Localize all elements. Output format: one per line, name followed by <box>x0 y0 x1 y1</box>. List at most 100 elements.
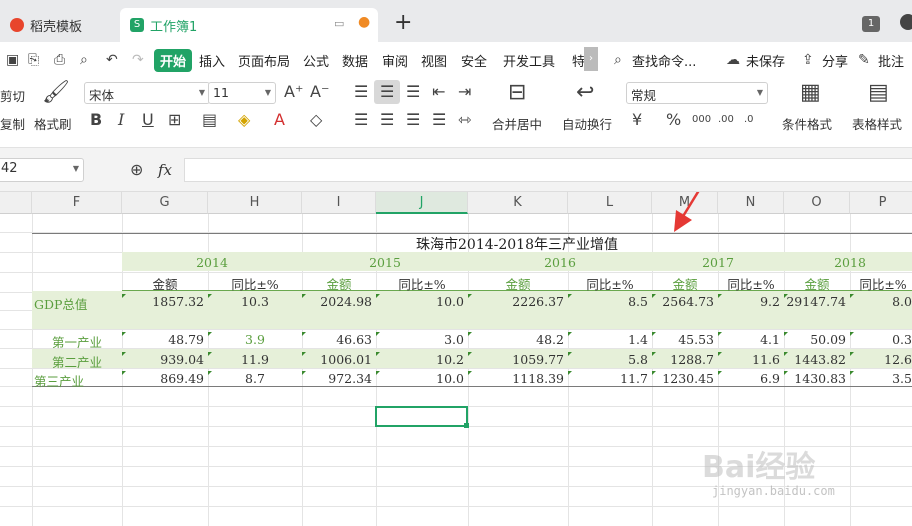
cell-tertiary-2017-yoy[interactable]: 6.9 <box>718 371 780 386</box>
menu-developer[interactable]: 开发工具 <box>503 51 555 70</box>
increase-font-icon[interactable]: A⁺ <box>284 84 303 100</box>
distribute-icon[interactable]: ⇿ <box>458 112 471 128</box>
fx-icon[interactable]: fx <box>158 161 172 179</box>
font-size-select[interactable]: 11 ▼ <box>208 82 276 104</box>
new-tab-button[interactable]: + <box>394 10 412 35</box>
name-box[interactable]: 42 ▼ <box>0 158 84 182</box>
cell-secondary-2014-yoy[interactable]: 11.9 <box>208 352 302 367</box>
window-count-badge[interactable]: 1 <box>862 16 880 32</box>
year-2015[interactable]: 2015 <box>302 255 468 270</box>
header-yoy[interactable]: 同比±% <box>850 274 912 293</box>
cell-style-icon[interactable]: ▤ <box>202 112 217 128</box>
cell-primary-2014-yoy[interactable]: 3.9 <box>208 332 302 347</box>
fill-handle[interactable] <box>464 423 469 428</box>
cell-gdp-2017-amount[interactable]: 2564.73 <box>652 294 714 309</box>
font-name-select[interactable]: 宋体 ▼ <box>84 82 210 104</box>
align-right-icon[interactable]: ☰ <box>406 112 420 128</box>
year-2016[interactable]: 2016 <box>468 255 652 270</box>
menu-view[interactable]: 视图 <box>421 51 447 70</box>
menu-security[interactable]: 安全 <box>461 51 487 70</box>
cell-tertiary-2015-amount[interactable]: 972.34 <box>302 371 372 386</box>
cell-primary-2015-yoy[interactable]: 3.0 <box>376 332 464 347</box>
conditional-format-button[interactable]: 条件格式 <box>782 114 832 133</box>
menu-home[interactable]: 开始 <box>154 49 193 72</box>
cell-tertiary-2014-yoy[interactable]: 8.7 <box>208 371 302 386</box>
cell-secondary-2017-amount[interactable]: 1288.7 <box>652 352 714 367</box>
comment-button[interactable]: 批注 <box>878 51 904 70</box>
cell-secondary-2017-yoy[interactable]: 11.6 <box>718 352 780 367</box>
number-format-select[interactable]: 常规 ▼ <box>626 82 768 104</box>
column-header-g[interactable]: G <box>122 192 208 214</box>
menu-data[interactable]: 数据 <box>342 51 368 70</box>
cell-tertiary-2015-yoy[interactable]: 10.0 <box>376 371 464 386</box>
unsaved-status[interactable]: 未保存 <box>746 51 785 70</box>
header-yoy[interactable]: 同比±% <box>718 274 784 293</box>
decrease-decimal-icon[interactable]: .0 <box>744 112 754 128</box>
cell-secondary-2016-yoy[interactable]: 5.8 <box>568 352 648 367</box>
row-label-secondary[interactable]: 第二产业 <box>32 352 122 371</box>
share-button[interactable]: 分享 <box>822 51 848 70</box>
wrap-text-button[interactable]: 自动换行 <box>562 114 612 133</box>
cell-secondary-2015-amount[interactable]: 1006.01 <box>302 352 372 367</box>
cell-primary-2016-yoy[interactable]: 1.4 <box>568 332 648 347</box>
cell-primary-2018-amount[interactable]: 50.09 <box>784 332 846 347</box>
print-preview-icon[interactable]: ⌕ <box>80 52 88 68</box>
cell-gdp-2016-amount[interactable]: 2226.37 <box>468 294 564 309</box>
menu-insert[interactable]: 插入 <box>199 51 225 70</box>
row-label-primary[interactable]: 第一产业 <box>32 332 122 351</box>
align-center-icon[interactable]: ☰ <box>380 112 394 128</box>
header-amount[interactable]: 金额 <box>652 274 718 293</box>
cell-gdp-2015-yoy[interactable]: 10.0 <box>376 294 464 309</box>
year-2017[interactable]: 2017 <box>652 255 784 270</box>
column-header-l[interactable]: L <box>568 192 652 214</box>
fill-color-icon[interactable]: ◈ <box>238 112 250 128</box>
cell-tertiary-2018-amount[interactable]: 1430.83 <box>784 371 846 386</box>
header-amount[interactable]: 金额 <box>302 274 376 293</box>
merge-center-icon[interactable]: ⊟ <box>508 82 526 104</box>
format-painter-button[interactable]: 格式刷 <box>34 114 72 133</box>
column-header-k[interactable]: K <box>468 192 568 214</box>
thousands-icon[interactable]: 000 <box>692 112 711 128</box>
redo-icon[interactable]: ↷ <box>132 52 144 68</box>
menu-formula[interactable]: 公式 <box>303 51 329 70</box>
cell-primary-2017-yoy[interactable]: 4.1 <box>718 332 780 347</box>
underline-icon[interactable]: U <box>142 112 154 128</box>
spreadsheet-grid[interactable]: F G H I J K L M N O P 珠海市2014-2018年三产业增值… <box>0 192 912 526</box>
undo-icon[interactable]: ↶ <box>106 52 118 68</box>
indent-decrease-icon[interactable]: ⇤ <box>432 84 445 100</box>
table-style-icon[interactable]: ▤ <box>868 82 889 104</box>
cell-secondary-2018-yoy[interactable]: 12.6 <box>850 352 912 367</box>
column-header-i[interactable]: I <box>302 192 376 214</box>
menu-scroll-right-icon[interactable]: › <box>584 47 598 71</box>
align-top-icon[interactable]: ☰ <box>354 84 368 100</box>
column-header-p[interactable]: P <box>850 192 912 214</box>
cell-secondary-2015-yoy[interactable]: 10.2 <box>376 352 464 367</box>
cell-primary-2016-amount[interactable]: 48.2 <box>468 332 564 347</box>
decrease-font-icon[interactable]: A⁻ <box>310 84 329 100</box>
column-header-j[interactable]: J <box>376 192 468 214</box>
header-yoy[interactable]: 同比±% <box>376 274 468 293</box>
column-header-h[interactable]: H <box>208 192 302 214</box>
bold-icon[interactable]: B <box>90 112 102 128</box>
cell-tertiary-2014-amount[interactable]: 869.49 <box>122 371 204 386</box>
export-icon[interactable]: ⎘ <box>28 52 39 68</box>
tab-template[interactable]: 稻壳模板 <box>0 8 116 42</box>
cell-secondary-2016-amount[interactable]: 1059.77 <box>468 352 564 367</box>
selected-cell[interactable] <box>375 406 468 427</box>
cut-button[interactable]: 剪切 <box>0 86 25 105</box>
italic-icon[interactable]: I <box>118 112 124 128</box>
sheet-title[interactable]: 珠海市2014-2018年三产业增值 <box>122 234 912 254</box>
indent-increase-icon[interactable]: ⇥ <box>458 84 471 100</box>
cell-gdp-2014-yoy[interactable]: 10.3 <box>208 294 302 309</box>
tab-workbook[interactable]: S 工作簿1 ▭ ● <box>120 8 378 42</box>
cell-primary-2014-amount[interactable]: 48.79 <box>122 332 204 347</box>
cell-primary-2017-amount[interactable]: 45.53 <box>652 332 714 347</box>
row-label-tertiary[interactable]: 第三产业 <box>34 371 122 390</box>
cell-secondary-2014-amount[interactable]: 939.04 <box>122 352 204 367</box>
eraser-icon[interactable]: ◇ <box>310 112 322 128</box>
font-color-icon[interactable]: A <box>274 112 285 128</box>
row-label-gdp[interactable]: GDP总值 <box>34 294 122 313</box>
command-search[interactable]: 查找命令... <box>632 51 696 70</box>
cell-gdp-2018-amount[interactable]: 29147.74 <box>784 294 846 309</box>
merge-center-button[interactable]: 合并居中 <box>492 114 542 133</box>
